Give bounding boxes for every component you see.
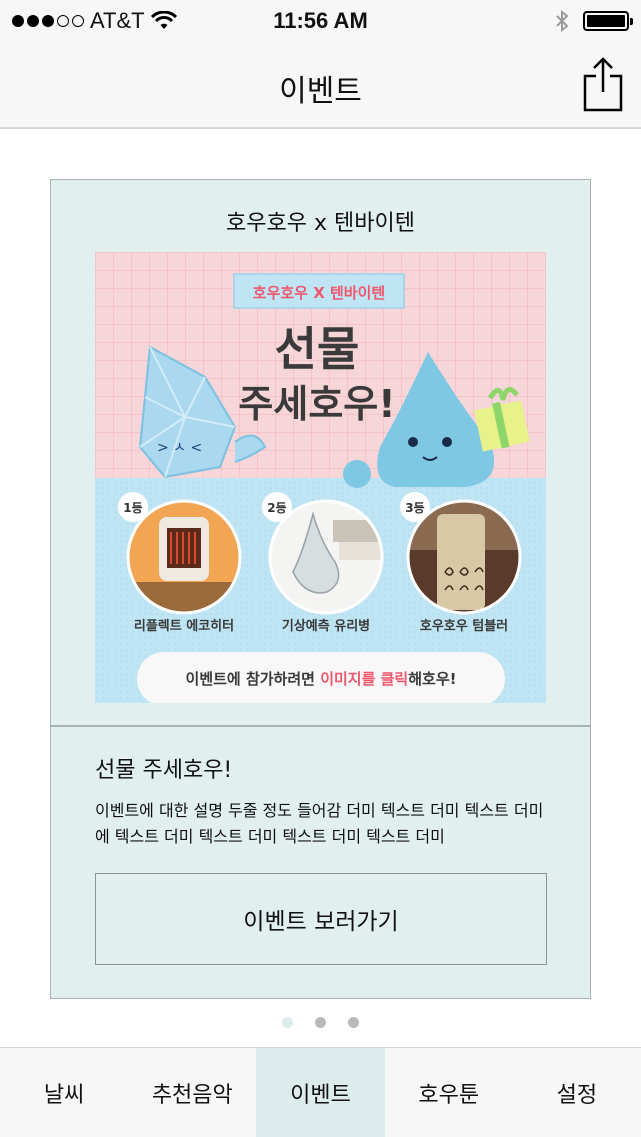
banner-tag: 호우호우 X 텐바이텐 [253, 284, 385, 302]
prize-1-name: 리플렉트 에코히터 [134, 618, 234, 634]
nav-bar: 이벤트 [0, 40, 641, 129]
tab-bar: 날씨 추천음악 이벤트 호우툰 설정 [0, 1047, 641, 1137]
page-dot[interactable] [282, 1017, 293, 1028]
prize-3-rank: 3등 [405, 501, 424, 515]
status-right [555, 10, 633, 32]
banner-footer: 이벤트에 참가하려면 이미지를 클릭해호우! [186, 670, 457, 688]
view-event-button[interactable]: 이벤트 보러가기 [95, 873, 547, 965]
prize-2-rank: 2등 [267, 501, 286, 515]
event-card: 호우호우 x 텐바이텐 > ㅅ < 호우호우 X 텐바이텐 선물 주세호우! 1… [50, 179, 591, 999]
svg-text:> ㅅ <: > ㅅ < [157, 440, 202, 456]
event-title: 호우호우 x 텐바이텐 [226, 211, 415, 236]
tab-recommended-music[interactable]: 추천음악 [128, 1048, 256, 1137]
prize-1-rank: 1등 [123, 501, 142, 515]
prize-2-name: 기상예측 유리병 [282, 618, 370, 634]
event-description: 이벤트에 대한 설명 두줄 정도 들어감 더미 텍스트 더미 텍스트 더미에 텍… [95, 801, 544, 846]
page-dot[interactable] [315, 1017, 326, 1028]
page-dot[interactable] [348, 1017, 359, 1028]
event-banner-image[interactable]: > ㅅ < 호우호우 X 텐바이텐 선물 주세호우! 1등 리플렉트 에코히터 … [95, 252, 546, 703]
banner-headline-1: 선물 [275, 322, 360, 376]
tab-settings[interactable]: 설정 [513, 1048, 641, 1137]
share-icon[interactable] [583, 56, 623, 112]
page-indicator[interactable] [0, 1017, 641, 1028]
card-divider [51, 725, 590, 727]
page-title: 이벤트 [279, 74, 362, 109]
battery-icon [583, 11, 633, 31]
bluetooth-icon [556, 10, 569, 32]
tab-event[interactable]: 이벤트 [256, 1048, 385, 1137]
status-bar: AT&T 11:56 AM [0, 0, 641, 40]
banner-headline-2: 주세호우! [238, 382, 395, 426]
clock: 11:56 AM [273, 8, 368, 33]
event-subtitle: 선물 주세호우! [95, 758, 233, 783]
prize-3-name: 호우호우 텀블러 [420, 618, 508, 634]
tab-weather[interactable]: 날씨 [0, 1048, 128, 1137]
tab-howoo-toon[interactable]: 호우툰 [385, 1048, 513, 1137]
